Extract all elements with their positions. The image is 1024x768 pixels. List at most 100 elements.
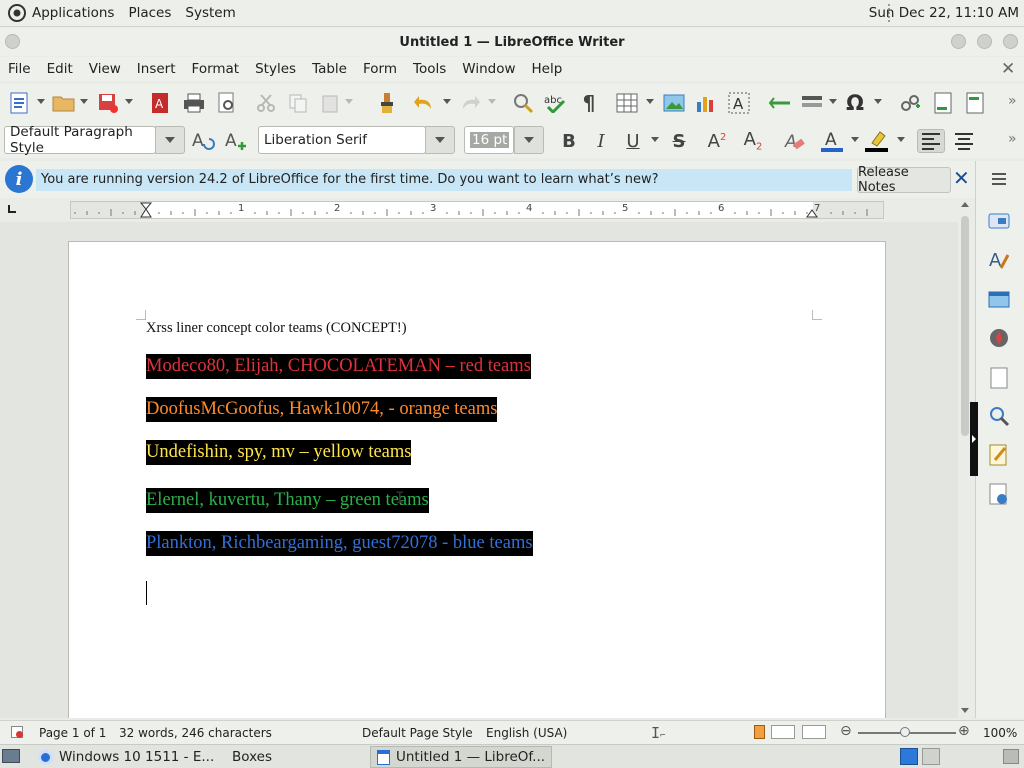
new-style-icon[interactable]: A — [224, 129, 248, 153]
undo-icon[interactable] — [412, 91, 436, 115]
menu-format[interactable]: Format — [184, 61, 248, 77]
open-folder-icon[interactable] — [52, 91, 76, 115]
document-modified-icon[interactable] — [11, 726, 23, 738]
book-view-icon[interactable] — [802, 725, 826, 739]
window-menu-button[interactable] — [5, 34, 20, 49]
print-icon[interactable] — [182, 91, 206, 115]
task-boxes[interactable]: Boxes — [206, 746, 278, 768]
italic-icon[interactable]: I — [589, 129, 613, 153]
show-desktop-icon[interactable] — [2, 749, 20, 763]
sidebar-collapse-handle[interactable] — [970, 402, 978, 476]
redo-dropdown-icon[interactable] — [488, 99, 496, 104]
insert-endnote-icon[interactable] — [963, 91, 987, 115]
save-dropdown-icon[interactable] — [125, 99, 133, 104]
task-writer[interactable]: Untitled 1 — LibreOf... — [370, 746, 553, 768]
sidebar-menu-icon[interactable] — [987, 167, 1011, 191]
word-count[interactable]: 32 words, 246 characters — [119, 726, 272, 740]
gnome-foot-icon[interactable] — [8, 4, 26, 22]
copy-icon[interactable] — [286, 91, 310, 115]
paste-dropdown-icon[interactable] — [345, 99, 353, 104]
task-windows-vm[interactable]: Windows 10 1511 - E... — [32, 746, 220, 768]
superscript-icon[interactable]: A2 — [705, 129, 729, 153]
insert-footnote-icon[interactable] — [931, 91, 955, 115]
maximize-button[interactable] — [977, 34, 992, 49]
export-pdf-icon[interactable]: A — [148, 91, 172, 115]
save-icon[interactable] — [96, 91, 120, 115]
language[interactable]: English (USA) — [486, 726, 567, 740]
underline-dropdown-icon[interactable] — [651, 137, 659, 142]
clear-formatting-icon[interactable]: A — [783, 129, 807, 153]
system-menu[interactable]: System — [185, 3, 235, 23]
team-line-green[interactable]: Elernel, kuvertu, Thany – green teams — [146, 488, 429, 513]
open-dropdown-icon[interactable] — [80, 99, 88, 104]
insert-chart-icon[interactable] — [694, 91, 718, 115]
menu-window[interactable]: Window — [454, 61, 523, 77]
document-title-line[interactable]: Xrss liner concept color teams (CONCEPT!… — [146, 320, 407, 337]
font-name-dropdown[interactable] — [425, 126, 455, 154]
team-line-yellow[interactable]: Undefishin, spy, mv – yellow teams — [146, 440, 412, 465]
toolbar-overflow-icon[interactable]: » — [1008, 93, 1017, 109]
spelling-icon[interactable]: abc — [544, 91, 568, 115]
font-size-dropdown[interactable] — [514, 126, 544, 154]
format-toolbar-overflow-icon[interactable]: » — [1008, 131, 1017, 147]
page-icon[interactable] — [987, 366, 1011, 390]
underline-icon[interactable]: U — [621, 129, 645, 153]
special-character-icon[interactable]: Ω — [843, 91, 867, 115]
align-center-icon[interactable] — [952, 129, 976, 153]
insert-table-icon[interactable] — [615, 91, 639, 115]
document-page[interactable]: Xrss liner concept color teams (CONCEPT!… — [68, 241, 886, 718]
paste-icon[interactable] — [318, 91, 342, 115]
workspace-switcher-icon[interactable] — [922, 748, 940, 765]
subscript-icon[interactable]: A2 — [741, 129, 765, 153]
insert-text-box-icon[interactable]: A — [727, 91, 751, 115]
font-size-combo[interactable]: 16 pt — [464, 126, 514, 154]
zoom-level[interactable]: 100% — [983, 726, 1017, 740]
team-line-red[interactable]: Modeco80, Elijah, CHOCOLATEMAN – red tea… — [146, 354, 531, 379]
menu-help[interactable]: Help — [524, 61, 571, 77]
horizontal-ruler[interactable]: 1 2 3 4 5 6 7 — [70, 201, 884, 219]
menu-styles[interactable]: Styles — [247, 61, 304, 77]
manage-changes-icon[interactable] — [987, 443, 1011, 467]
multi-page-view-icon[interactable] — [771, 725, 795, 739]
gallery-icon[interactable] — [987, 287, 1011, 311]
new-document-icon[interactable] — [7, 91, 31, 115]
scroll-up-icon[interactable] — [961, 202, 969, 207]
redo-icon[interactable] — [458, 91, 482, 115]
align-left-icon[interactable] — [917, 129, 945, 153]
insert-field-icon[interactable] — [800, 91, 824, 115]
insert-mode-icon[interactable]: I⌐ — [651, 724, 665, 742]
strikethrough-icon[interactable]: S — [667, 129, 691, 153]
menu-form[interactable]: Form — [355, 61, 405, 77]
paragraph-style-combo[interactable]: Default Paragraph Style — [4, 124, 156, 156]
navigator-icon[interactable] — [987, 326, 1011, 350]
font-color-dropdown-icon[interactable] — [851, 137, 859, 142]
insert-image-icon[interactable] — [662, 91, 686, 115]
print-preview-icon[interactable] — [215, 91, 239, 115]
highlight-dropdown-icon[interactable] — [897, 137, 905, 142]
menu-file[interactable]: File — [0, 61, 39, 77]
menu-insert[interactable]: Insert — [129, 61, 184, 77]
zoom-slider-thumb[interactable] — [900, 727, 910, 737]
properties-icon[interactable] — [987, 209, 1011, 233]
special-char-dropdown-icon[interactable] — [874, 99, 882, 104]
style-inspector-icon[interactable] — [987, 404, 1011, 428]
single-page-view-icon[interactable] — [754, 725, 765, 739]
close-infobar-icon[interactable]: ✕ — [953, 168, 971, 189]
window-titlebar[interactable]: Untitled 1 — LibreOffice Writer — [0, 28, 1024, 56]
zoom-out-icon[interactable]: ⊖ — [840, 723, 852, 739]
menu-table[interactable]: Table — [304, 61, 355, 77]
cut-icon[interactable] — [254, 91, 278, 115]
clone-formatting-icon[interactable] — [375, 91, 399, 115]
scroll-down-icon[interactable] — [961, 708, 969, 713]
update-style-icon[interactable]: A — [191, 129, 215, 153]
scrollbar-thumb[interactable] — [961, 216, 969, 436]
applications-menu[interactable]: Applications — [32, 3, 114, 23]
paragraph-style-dropdown[interactable] — [155, 126, 185, 154]
styles-icon[interactable]: A — [987, 248, 1011, 272]
font-color-icon[interactable]: A — [820, 129, 844, 153]
font-name-combo[interactable]: Liberation Serif — [258, 126, 426, 154]
document-canvas[interactable]: Xrss liner concept color teams (CONCEPT!… — [0, 222, 958, 718]
tab-stop-selector[interactable] — [8, 205, 16, 213]
close-window-button[interactable] — [1003, 34, 1018, 49]
clock[interactable]: Sun Dec 22, 11:10 AM — [869, 5, 1019, 21]
